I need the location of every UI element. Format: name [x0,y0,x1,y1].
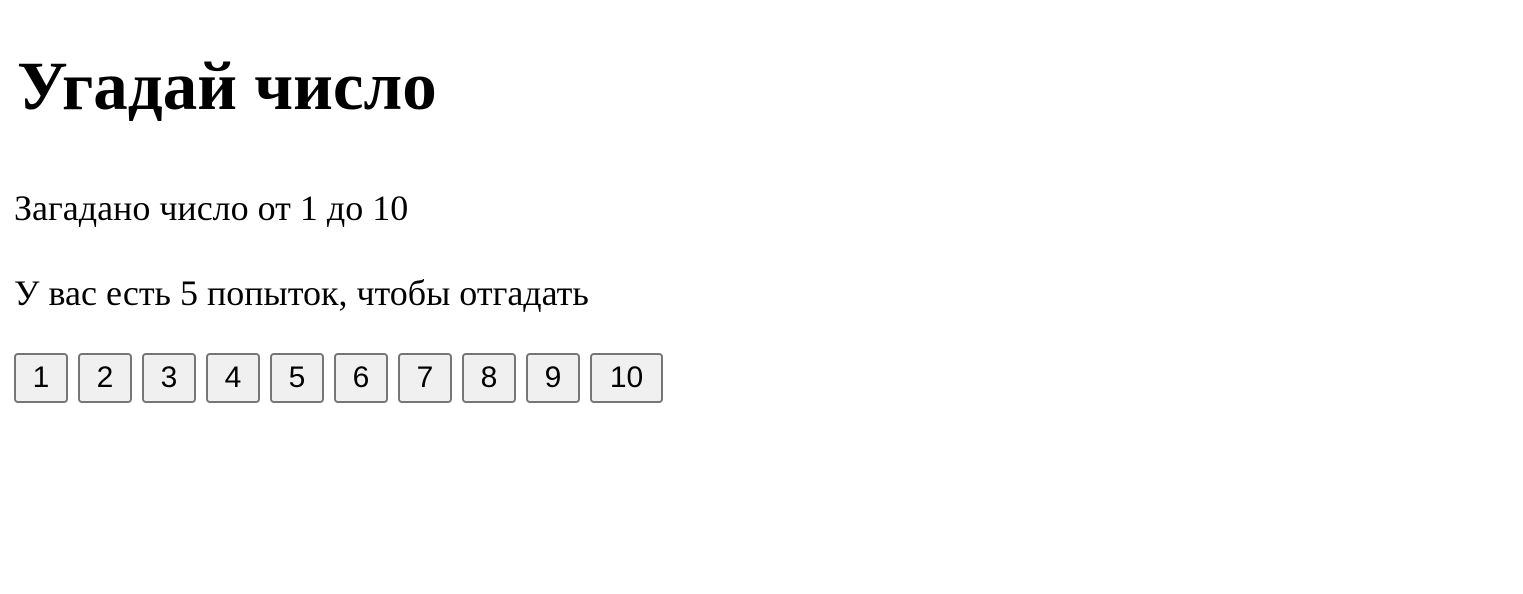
number-button-8[interactable]: 8 [462,353,516,403]
number-button-4[interactable]: 4 [206,353,260,403]
number-button-7[interactable]: 7 [398,353,452,403]
page-title: Угадай число [17,48,437,124]
guess-number-page: Угадай число Загадано число от 1 до 10 У… [0,0,1523,594]
number-button-9[interactable]: 9 [526,353,580,403]
number-button-3[interactable]: 3 [142,353,196,403]
number-button-2[interactable]: 2 [78,353,132,403]
number-button-6[interactable]: 6 [334,353,388,403]
attempts-info: У вас есть 5 попыток, чтобы отгадать [14,273,589,313]
number-button-1[interactable]: 1 [14,353,68,403]
number-button-10[interactable]: 10 [590,353,663,403]
number-button-5[interactable]: 5 [270,353,324,403]
range-info: Загадано число от 1 до 10 [14,188,409,228]
number-buttons: 1 2 3 4 5 6 7 8 9 10 [14,353,663,403]
